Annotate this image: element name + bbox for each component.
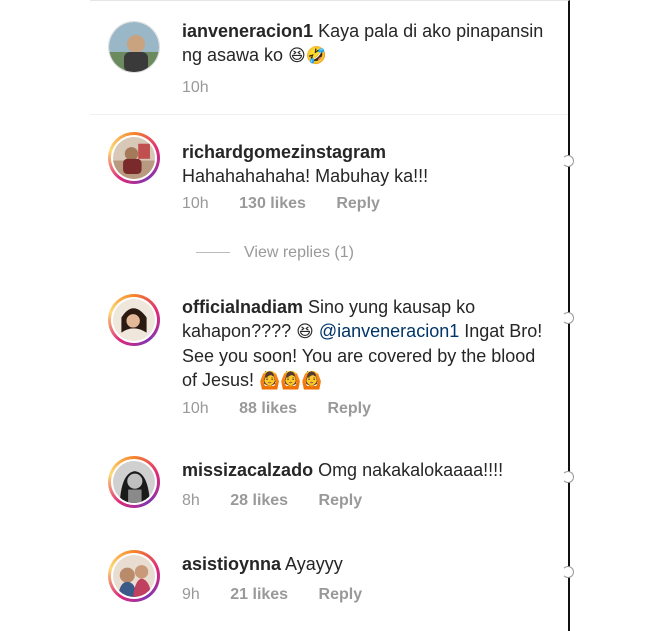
like-heart-icon[interactable] [562, 471, 574, 483]
view-replies-label: View replies (1) [244, 244, 354, 261]
comment-meta: 10h [182, 79, 235, 97]
reply-button[interactable]: Reply [327, 400, 371, 418]
avatar[interactable] [108, 132, 160, 184]
likes-count[interactable]: 21 likes [230, 586, 288, 604]
like-heart-icon[interactable] [562, 312, 574, 324]
replies-line [196, 252, 230, 254]
emoji: 😆🤣 [288, 46, 327, 65]
view-replies-button[interactable]: View replies (1) [196, 244, 354, 262]
emoji: 🙆🙆🙆 [259, 371, 323, 390]
comment-username[interactable]: asistioynna [182, 554, 281, 574]
comment-time: 10h [182, 400, 209, 417]
avatar[interactable] [108, 21, 160, 73]
comment-username[interactable]: missizacalzado [182, 460, 313, 480]
likes-count[interactable]: 88 likes [239, 400, 297, 418]
comment-username[interactable]: richardgomezinstagram [182, 142, 386, 162]
likes-count[interactable]: 28 likes [230, 492, 288, 510]
comment-meta: 10h 88 likes Reply [182, 400, 397, 418]
likes-count[interactable]: 130 likes [239, 195, 306, 213]
reply-button[interactable]: Reply [336, 195, 380, 213]
comment-time: 9h [182, 586, 200, 603]
like-heart-icon[interactable] [562, 566, 574, 578]
emoji: 😆 [296, 322, 314, 341]
avatar[interactable] [108, 550, 160, 602]
avatar-photo [109, 22, 159, 72]
comment-time: 10h [182, 79, 209, 96]
avatar-photo [113, 299, 155, 341]
avatar-photo [113, 137, 155, 179]
comment-time: 10h [182, 195, 209, 212]
mention-link[interactable]: @ianveneracion1 [319, 321, 459, 341]
comment-body: Ayayyy [281, 554, 343, 574]
divider [90, 114, 568, 115]
comment-username[interactable]: officialnadiam [182, 297, 303, 317]
avatar[interactable] [108, 456, 160, 508]
reply-button[interactable]: Reply [319, 492, 363, 510]
comment-body: Omg nakakalokaaaa!!!! [313, 460, 504, 480]
comment-body: Hahahahahaha! Mabuhay ka!!! [182, 166, 429, 186]
avatar-photo [113, 461, 155, 503]
comment-username[interactable]: ianveneracion1 [182, 21, 313, 41]
comment-text: richardgomezinstagram Hahahahahaha! Mabu… [182, 140, 552, 188]
comment-text: officialnadiam Sino yung kausap ko kahap… [182, 295, 552, 393]
comment-meta: 10h 130 likes Reply [182, 195, 406, 213]
comments-panel: ianveneracion1 Kaya pala di ako pinapans… [90, 0, 574, 631]
comment-text: missizacalzado Omg nakakalokaaaa!!!! [182, 458, 552, 482]
avatar-photo [113, 555, 155, 597]
reply-button[interactable]: Reply [319, 586, 363, 604]
comment-time: 8h [182, 492, 200, 509]
comment-text: ianveneracion1 Kaya pala di ako pinapans… [182, 19, 552, 68]
avatar[interactable] [108, 294, 160, 346]
comment-text: asistioynna Ayayyy [182, 552, 552, 576]
like-heart-icon[interactable] [562, 155, 574, 167]
comment-meta: 8h 28 likes Reply [182, 492, 388, 510]
comment-meta: 9h 21 likes Reply [182, 586, 388, 604]
